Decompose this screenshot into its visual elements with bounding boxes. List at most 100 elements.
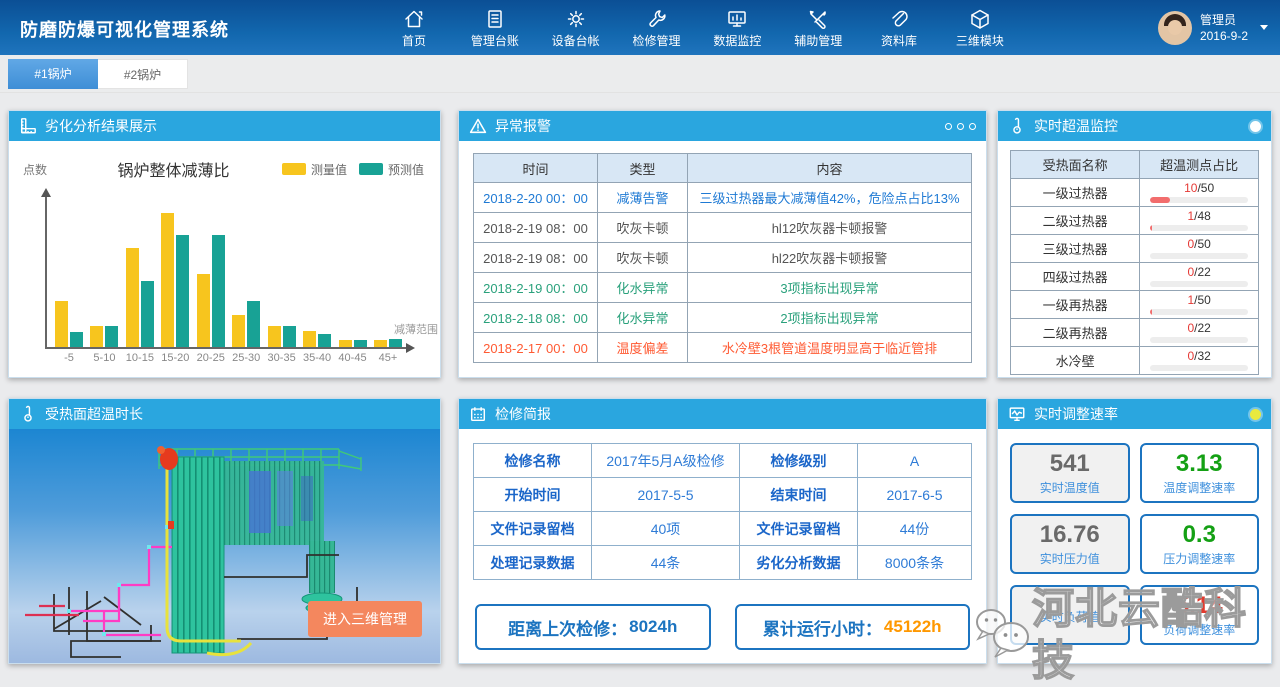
bar-measured	[339, 340, 352, 347]
alarm-row[interactable]: 2018-2-20 00：00减薄告警三级过热器最大减薄值42%，危险点占比13…	[474, 183, 972, 213]
x-tick-label: 5-10	[93, 352, 115, 364]
nav-item-label: 辅助管理	[794, 32, 842, 49]
rate-label: 温度调整速率	[1163, 479, 1235, 496]
overtemp-row: 一级再热器1/50	[1011, 291, 1259, 319]
overtemp-row: 三级过热器0/50	[1011, 235, 1259, 263]
rate-value: 5.14	[1176, 593, 1223, 619]
nav-item-label: 管理台账	[471, 32, 519, 49]
panel-indicator-dot[interactable]	[1250, 121, 1261, 132]
alarm-row[interactable]: 2018-2-19 08：00吹灰卡顿hl22吹灰器卡顿报警	[474, 243, 972, 273]
alarm-type: 化水异常	[598, 303, 688, 333]
rate-label: 实时压力值	[1040, 550, 1100, 567]
overtemp-col-header: 超温测点占比	[1140, 151, 1259, 179]
warning-triangle-icon	[469, 117, 487, 135]
alarm-type: 吹灰卡顿	[598, 243, 688, 273]
nav-item-label: 首页	[402, 32, 426, 49]
x-tick-label: 10-15	[126, 352, 154, 364]
overtemp-total: /50	[1194, 237, 1211, 251]
panel-header: 异常报警	[459, 111, 986, 141]
bar-predicted	[354, 340, 367, 347]
boiler-tabbar: #1锅炉#2锅炉	[0, 55, 1280, 93]
nav-item-home[interactable]: 首页	[386, 6, 442, 49]
button-value: 45122h	[884, 617, 942, 637]
alarm-row[interactable]: 2018-2-19 00：00化水异常3项指标出现异常	[474, 273, 972, 303]
realtime-overtemp-panel: 实时超温监控 受热面名称超温测点占比一级过热器10/50二级过热器1/48三级过…	[997, 110, 1272, 378]
bar-predicted	[283, 326, 296, 347]
maintenance-label: 开始时间	[474, 478, 592, 512]
nav-item-device[interactable]: 设备台帐	[548, 6, 604, 49]
bar-predicted	[70, 332, 83, 347]
monitor-wave-icon	[1008, 405, 1026, 423]
maintenance-brief-panel: 检修简报 检修名称2017年5月A级检修检修级别A开始时间2017-5-5结束时…	[458, 398, 987, 664]
tools-icon	[807, 6, 829, 30]
boiler-3d-view[interactable]: 进入三维管理	[9, 429, 440, 663]
alarm-col-header: 类型	[598, 154, 688, 183]
alarm-col-header: 时间	[474, 154, 598, 183]
rate-value: 3.13	[1176, 451, 1223, 477]
maintenance-value: 2017-5-5	[592, 478, 740, 512]
nav-item-assist[interactable]: 辅助管理	[790, 6, 846, 49]
overtemp-ratio-cell: 0/32	[1140, 347, 1259, 375]
maintenance-value: A	[858, 444, 972, 478]
overtemp-ratio-cell: 0/22	[1140, 263, 1259, 291]
maintenance-label: 检修名称	[474, 444, 592, 478]
alarm-row[interactable]: 2018-2-18 08：00化水异常2项指标出现异常	[474, 303, 972, 333]
rate-label: 实时负荷值	[1040, 608, 1100, 625]
maintenance-row: 文件记录留档40项文件记录留档44份	[474, 512, 972, 546]
overtemp-progress-track	[1150, 337, 1248, 343]
total-running-hours-button[interactable]: 累计运行小时：45122h	[735, 604, 971, 650]
since-last-maintenance-button[interactable]: 距离上次检修：8024h	[475, 604, 711, 650]
x-tick-label: 35-40	[303, 352, 331, 364]
panel-menu-dots[interactable]	[945, 123, 976, 130]
overtemp-table: 受热面名称超温测点占比一级过热器10/50二级过热器1/48三级过热器0/50四…	[1010, 150, 1259, 375]
overtemp-progress-track	[1150, 281, 1248, 287]
nav-item-cube[interactable]: 三维模块	[952, 6, 1008, 49]
bar-measured	[268, 326, 281, 347]
overtemp-ratio-cell: 1/48	[1140, 207, 1259, 235]
panel-header: 劣化分析结果展示	[9, 111, 440, 141]
user-menu[interactable]: 管理员 2016-9-2	[1158, 0, 1268, 55]
panel-title: 实时调整速率	[1034, 404, 1118, 424]
nav-item-ledger[interactable]: 管理台账	[467, 6, 523, 49]
bar-chart: -55-1010-1515-2020-2525-3030-3535-4040-4…	[45, 197, 406, 349]
alarm-time: 2018-2-20 00：00	[474, 183, 598, 213]
panel-title: 劣化分析结果展示	[45, 116, 157, 136]
surface-name: 一级再热器	[1011, 291, 1140, 319]
gear-icon	[565, 6, 587, 30]
nav-item-label: 设备台帐	[552, 32, 600, 49]
maintenance-table: 检修名称2017年5月A级检修检修级别A开始时间2017-5-5结束时间2017…	[473, 443, 972, 580]
monitor-icon	[726, 6, 748, 30]
calendar-icon	[469, 405, 487, 423]
rate-label: 负荷调整速率	[1163, 621, 1235, 638]
cube-icon	[969, 6, 991, 30]
chevron-down-icon[interactable]	[1260, 25, 1268, 30]
panel-indicator-dot[interactable]	[1250, 409, 1261, 420]
nav-item-repair[interactable]: 检修管理	[629, 6, 685, 49]
panel-title: 检修简报	[495, 404, 551, 424]
nav-item-monitor[interactable]: 数据监控	[709, 6, 765, 49]
nav-menu: 首页 管理台账 设备台帐 检修管理 数据监控辅助管理 资料库三维模块	[386, 0, 1008, 55]
realtime-rates-panel: 实时调整速率 541实时温度值3.13温度调整速率16.76实时压力值0.3压力…	[997, 398, 1272, 664]
tab-boiler1[interactable]: #1锅炉	[8, 59, 98, 89]
alarm-type: 减薄告警	[598, 183, 688, 213]
abnormal-alarm-panel: 异常报警 时间类型内容2018-2-20 00：00减薄告警三级过热器最大减薄值…	[458, 110, 987, 378]
alarm-content: hl22吹灰器卡顿报警	[688, 243, 972, 273]
alarm-row[interactable]: 2018-2-17 00：00温度偏差水冷壁3根管道温度明显高于临近管排	[474, 333, 972, 363]
rate-card: 5.14 负荷调整速率	[1140, 585, 1260, 645]
legend-swatch-predicted	[359, 163, 383, 175]
nav-item-label: 检修管理	[633, 32, 681, 49]
alarm-content: 3项指标出现异常	[688, 273, 972, 303]
wrench-icon	[646, 6, 668, 30]
bar-measured	[374, 340, 387, 347]
enter-3d-management-button[interactable]: 进入三维管理	[308, 601, 422, 637]
overtemp-progress-track	[1150, 253, 1248, 259]
avatar[interactable]	[1158, 11, 1192, 45]
tab-boiler2[interactable]: #2锅炉	[98, 59, 188, 89]
maintenance-label: 劣化分析数据	[740, 546, 858, 580]
surface-name: 水冷壁	[1011, 347, 1140, 375]
nav-item-library[interactable]: 资料库	[871, 6, 927, 49]
x-tick-label: 20-25	[197, 352, 225, 364]
alarm-row[interactable]: 2018-2-19 08：00吹灰卡顿hl12吹灰器卡顿报警	[474, 213, 972, 243]
maintenance-buttons: 距离上次检修：8024h 累计运行小时：45122h	[459, 580, 986, 650]
button-value: 8024h	[629, 617, 677, 637]
